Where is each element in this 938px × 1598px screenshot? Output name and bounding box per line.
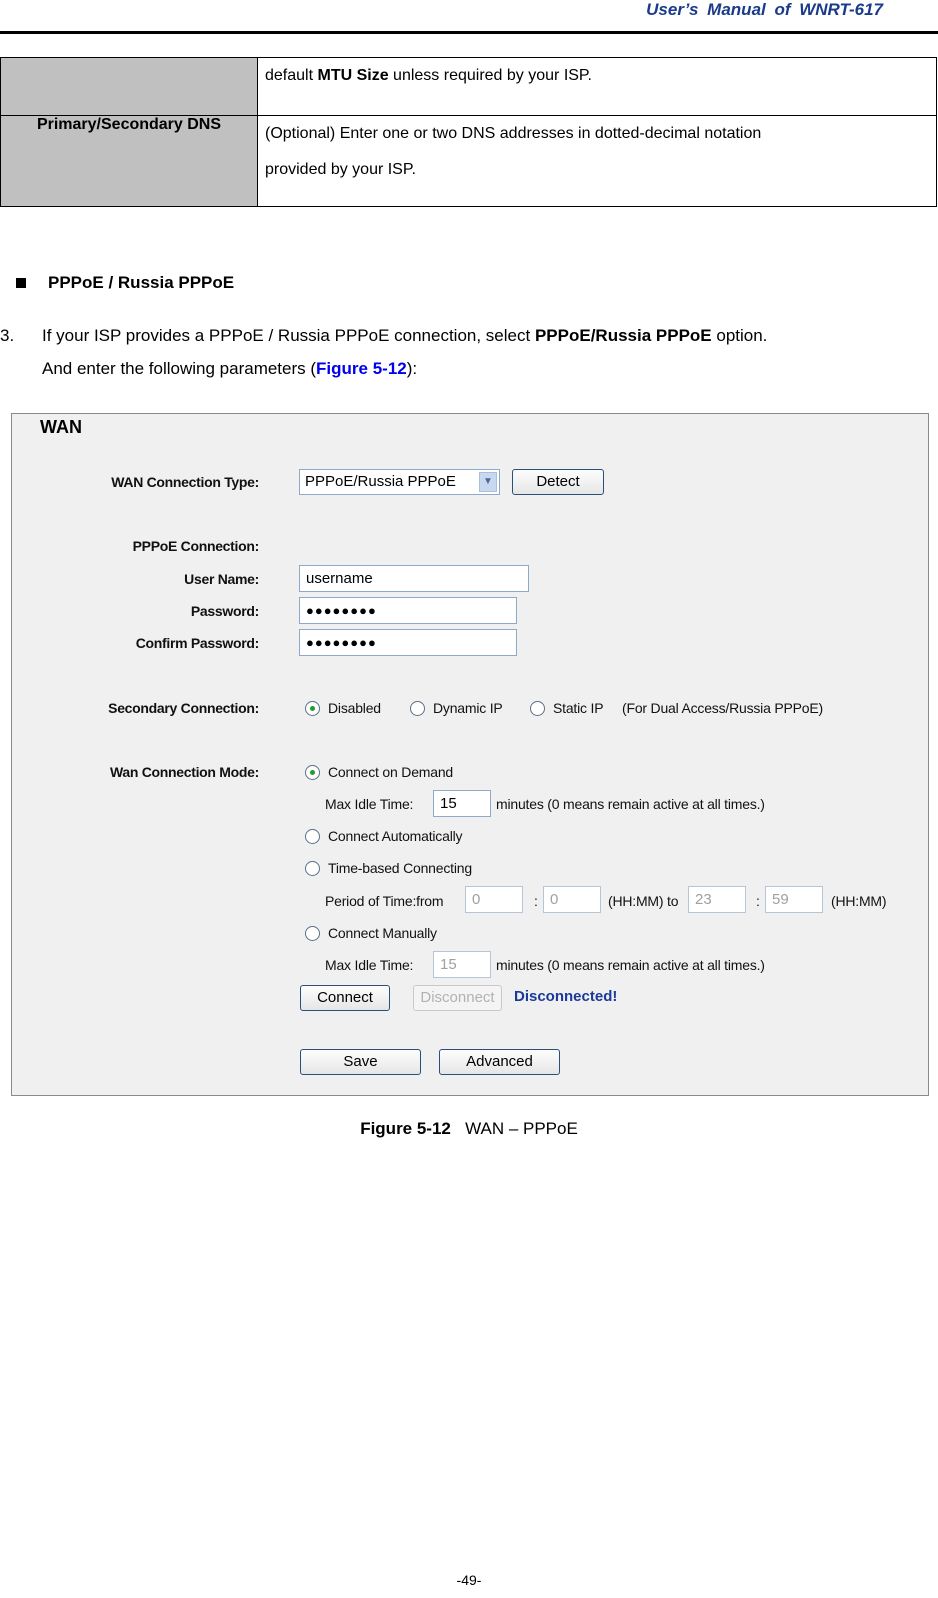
selected-value: PPPoE/Russia PPPoE [305, 473, 456, 490]
figure-text: WAN – PPPoE [465, 1119, 578, 1138]
parameter-table: default MTU Size unless required by your… [0, 57, 937, 207]
panel-title: WAN [40, 417, 82, 437]
figure-label: Figure 5-12 [360, 1119, 451, 1138]
radio-label: Disabled [328, 700, 381, 716]
time-based-connecting-radio[interactable] [305, 861, 320, 876]
hhmm-label: (HH:MM) [831, 893, 887, 909]
connection-type-label: WAN Connection Type: [111, 474, 259, 490]
password-input[interactable]: ●●●●●●●● [299, 597, 517, 624]
figure-link[interactable]: Figure 5-12 [316, 359, 407, 378]
save-button[interactable]: Save [300, 1049, 421, 1075]
advanced-button[interactable]: Advanced [439, 1049, 560, 1075]
param-value: default MTU Size unless required by your… [257, 57, 937, 116]
disconnect-button[interactable]: Disconnect [413, 985, 502, 1011]
period-from-minute-input[interactable]: 0 [543, 886, 601, 913]
secondary-connection-label: Secondary Connection: [108, 700, 259, 716]
text-line: provided by your ISP. [265, 161, 416, 178]
param-value: (Optional) Enter one or two DNS addresse… [257, 115, 937, 207]
page-header-title: User’s Manual of WNRT-617 [646, 0, 883, 19]
connection-status: Disconnected! [514, 988, 618, 1005]
table-row: Primary/Secondary DNS (Optional) Enter o… [0, 115, 937, 207]
colon: : [756, 893, 760, 909]
square-bullet-icon [16, 278, 26, 288]
detect-button[interactable]: Detect [512, 469, 604, 495]
text: And enter the following parameters ( [42, 359, 317, 378]
radio-label: Static IP [553, 700, 604, 716]
chevron-down-icon[interactable]: ▼ [479, 472, 497, 492]
max-idle-demand-input[interactable]: 15 [433, 790, 491, 817]
max-idle-label: Max Idle Time: [325, 796, 414, 812]
period-to-minute-input[interactable]: 59 [765, 886, 823, 913]
wan-settings-panel: WAN WAN Connection Type: PPPoE/Russia PP… [11, 413, 929, 1096]
username-label: User Name: [184, 571, 259, 587]
period-label: Period of Time:from [325, 893, 444, 909]
step-number: 3. [0, 326, 15, 345]
text: default [265, 67, 318, 84]
param-key [0, 57, 258, 116]
mtu-size-term: MTU Size [317, 67, 389, 84]
text: option. [711, 326, 768, 345]
text-line: (Optional) Enter one or two DNS addresse… [265, 125, 762, 142]
max-idle-label: Max Idle Time: [325, 957, 414, 973]
text: ): [406, 359, 418, 378]
section-heading: PPPoE / Russia PPPoE [16, 273, 234, 293]
confirm-password-label: Confirm Password: [135, 635, 260, 651]
table-row: default MTU Size unless required by your… [0, 57, 937, 116]
pppoe-connection-label: PPPoE Connection: [132, 538, 260, 554]
password-label: Password: [190, 603, 259, 619]
minutes-note: minutes (0 means remain active at all ti… [496, 957, 765, 973]
radio-label: Dynamic IP [433, 700, 503, 716]
secondary-static-ip-radio[interactable] [530, 701, 545, 716]
username-input[interactable]: username [299, 565, 529, 592]
radio-label: Connect Manually [328, 925, 437, 941]
radio-label: Time-based Connecting [328, 860, 472, 876]
confirm-password-input[interactable]: ●●●●●●●● [299, 629, 517, 656]
radio-label: Connect Automatically [328, 828, 463, 844]
radio-label: Connect on Demand [328, 764, 454, 780]
secondary-dynamic-ip-radio[interactable] [410, 701, 425, 716]
connect-button[interactable]: Connect [300, 985, 390, 1011]
step-line-1: If your ISP provides a PPPoE / Russia PP… [42, 319, 767, 352]
option-term: PPPoE/Russia PPPoE [534, 326, 712, 345]
connect-automatically-radio[interactable] [305, 829, 320, 844]
figure-caption: Figure 5-12 WAN – PPPoE [0, 1119, 938, 1139]
section-heading-text: PPPoE / Russia PPPoE [48, 273, 235, 292]
step-line-2: And enter the following parameters (Figu… [42, 352, 417, 385]
text: unless required by your ISP. [388, 67, 592, 84]
hhmm-to-label: (HH:MM) to [608, 893, 679, 909]
text: If your ISP provides a PPPoE / Russia PP… [42, 326, 535, 345]
connection-type-select[interactable]: PPPoE/Russia PPPoE ▼ [299, 469, 500, 495]
minutes-note: minutes (0 means remain active at all ti… [496, 796, 765, 812]
connect-manually-radio[interactable] [305, 926, 320, 941]
secondary-note: (For Dual Access/Russia PPPoE) [622, 700, 823, 716]
max-idle-manual-input[interactable]: 15 [433, 951, 491, 978]
page-number: -49- [456, 1572, 482, 1588]
secondary-disabled-radio[interactable] [305, 701, 320, 716]
colon: : [534, 893, 538, 909]
param-key: Primary/Secondary DNS [0, 115, 258, 207]
period-to-hour-input[interactable]: 23 [688, 886, 746, 913]
period-from-hour-input[interactable]: 0 [465, 886, 523, 913]
connect-on-demand-radio[interactable] [305, 765, 320, 780]
header-rule [0, 31, 938, 34]
wan-connection-mode-label: Wan Connection Mode: [109, 764, 259, 780]
